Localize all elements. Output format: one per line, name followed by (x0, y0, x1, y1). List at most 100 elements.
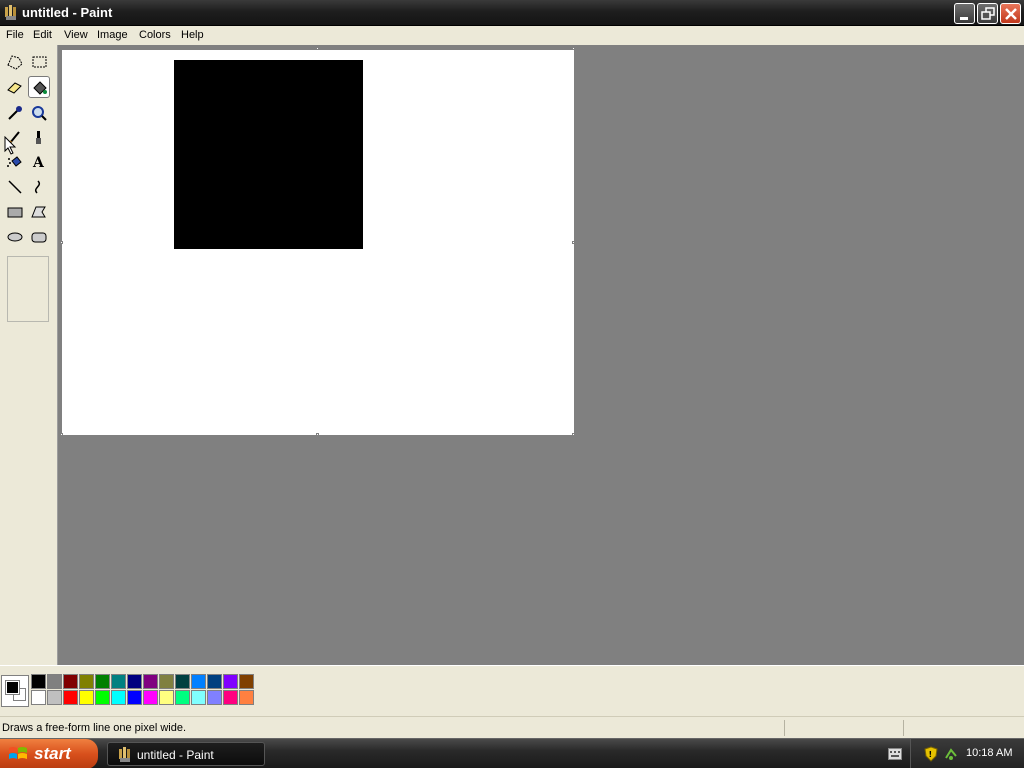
tool-curve[interactable] (28, 176, 50, 198)
color-swatch[interactable] (191, 690, 206, 705)
text-icon: A (32, 155, 45, 171)
color-swatch[interactable] (127, 690, 142, 705)
menu-colors[interactable]: Colors (139, 29, 171, 41)
tool-polygon[interactable] (28, 201, 50, 223)
color-swatch[interactable] (95, 674, 110, 689)
start-label: start (34, 744, 71, 763)
tool-fill-with-color[interactable] (28, 76, 50, 98)
mouse-cursor-icon (4, 136, 17, 155)
color-swatch[interactable] (143, 674, 158, 689)
curve-icon (35, 180, 40, 194)
status-bar: Draws a free-form line one pixel wide. (0, 716, 1024, 738)
color-swatch[interactable] (239, 674, 254, 689)
canvas-workspace (57, 45, 1024, 665)
color-palette (0, 665, 1024, 715)
svg-text:!: ! (929, 750, 933, 759)
tool-rectangle[interactable] (4, 201, 26, 223)
current-colors (1, 675, 29, 707)
color-swatch[interactable] (47, 690, 62, 705)
tool-pick-color[interactable] (4, 102, 26, 124)
color-swatch[interactable] (79, 674, 94, 689)
color-swatch[interactable] (223, 690, 238, 705)
restore-button[interactable] (977, 3, 998, 24)
tool-eraser[interactable] (4, 76, 26, 98)
menu-help[interactable]: Help (181, 29, 204, 41)
color-swatch[interactable] (175, 690, 190, 705)
title-bar: untitled - Paint (0, 0, 1024, 26)
tool-ellipse[interactable] (4, 226, 26, 248)
menu-image[interactable]: Image (97, 29, 128, 41)
color-swatch[interactable] (79, 690, 94, 705)
tool-free-form-select[interactable] (4, 51, 26, 73)
polygon-icon (31, 206, 46, 218)
color-swatch[interactable] (143, 690, 158, 705)
clock[interactable]: 10:18 AM (966, 747, 1012, 759)
color-swatch[interactable] (111, 690, 126, 705)
close-button[interactable] (1000, 3, 1021, 24)
black-square-shape (174, 60, 363, 249)
paint-app-icon (5, 5, 16, 20)
color-swatch[interactable] (47, 674, 62, 689)
rectangle-icon (7, 207, 23, 218)
restore-icon (981, 7, 995, 20)
color-swatch[interactable] (191, 674, 206, 689)
resize-handle-left (60, 241, 63, 244)
system-tray: ! 10:18 AM (910, 739, 1024, 768)
tool-rounded-rectangle[interactable] (28, 226, 50, 248)
color-swatch[interactable] (159, 674, 174, 689)
color-swatch[interactable] (127, 674, 142, 689)
close-icon (1005, 8, 1017, 20)
color-swatch[interactable] (223, 674, 238, 689)
tool-options-box[interactable] (7, 256, 49, 322)
color-swatch[interactable] (63, 690, 78, 705)
magnifier-icon (32, 106, 47, 121)
color-swatch[interactable] (175, 674, 190, 689)
free-select-icon (7, 55, 23, 70)
resize-handle-top-right (572, 47, 575, 50)
color-swatch[interactable] (207, 690, 222, 705)
color-swatch[interactable] (111, 674, 126, 689)
eraser-icon (7, 82, 22, 94)
resize-handle-top (316, 47, 319, 50)
taskbar: start untitled - Paint ! 10:18 AM (0, 738, 1024, 768)
window-title: untitled - Paint (22, 5, 113, 20)
menu-bar: File Edit View Image Colors Help (0, 26, 1024, 45)
minimize-icon (960, 17, 968, 20)
tool-magnifier[interactable] (28, 102, 50, 124)
taskbar-paint-button[interactable]: untitled - Paint (107, 742, 265, 766)
color-swatch[interactable] (159, 690, 174, 705)
resize-handle-right[interactable] (572, 241, 575, 244)
taskbar-paint-label: untitled - Paint (137, 748, 214, 762)
menu-edit[interactable]: Edit (33, 29, 52, 41)
ellipse-icon (7, 232, 23, 242)
resize-handle-bottom-left (60, 433, 63, 436)
rounded-rect-icon (31, 232, 47, 243)
status-text: Draws a free-form line one pixel wide. (2, 722, 187, 734)
drawing-canvas[interactable] (62, 50, 574, 435)
start-button[interactable]: start (0, 739, 98, 768)
tool-line[interactable] (4, 176, 26, 198)
resize-handle-bottom-right[interactable] (572, 433, 575, 436)
tool-brush[interactable] (28, 127, 50, 149)
tool-text[interactable]: A (28, 151, 50, 173)
menu-view[interactable]: View (64, 29, 88, 41)
keyboard-icon[interactable] (888, 748, 902, 760)
color-swatch[interactable] (239, 690, 254, 705)
security-shield-icon[interactable]: ! (923, 746, 939, 762)
color-swatch[interactable] (31, 690, 46, 705)
status-separator (784, 720, 785, 736)
color-swatch[interactable] (207, 674, 222, 689)
minimize-button[interactable] (954, 3, 975, 24)
resize-handle-bottom[interactable] (316, 433, 319, 436)
color-swatch[interactable] (31, 674, 46, 689)
status-separator (903, 720, 904, 736)
color-swatch[interactable] (63, 674, 78, 689)
svg-text:A: A (32, 155, 45, 171)
rect-select-icon (32, 56, 47, 68)
color-swatch[interactable] (95, 690, 110, 705)
network-icon[interactable] (943, 746, 959, 762)
menu-file[interactable]: File (6, 29, 24, 41)
line-icon (8, 180, 22, 194)
windows-flag-icon (9, 747, 27, 759)
tool-select[interactable] (28, 51, 50, 73)
